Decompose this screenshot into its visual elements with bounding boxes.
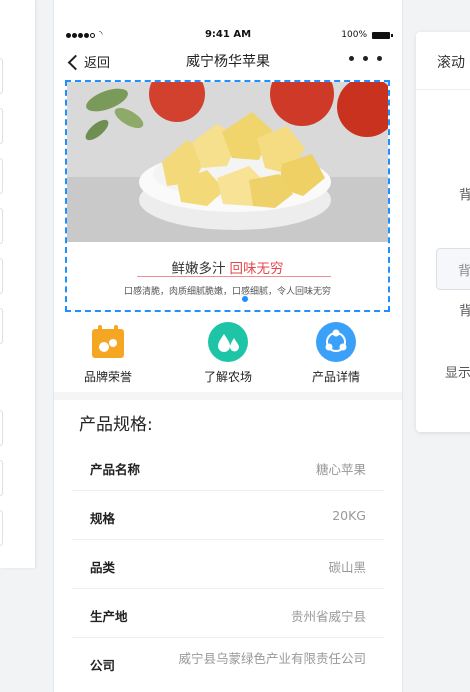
banner-carousel[interactable]: 鲜嫩多汁 回味无穷 口感清脆，肉质细腻脆嫩，口感细腻，令人回味无穷 (65, 80, 390, 312)
nav-bar: 返回 威宁杨华苹果 (54, 48, 402, 76)
spec-row: 公司 威宁县乌蒙绿色产业有限责任公司 (72, 638, 384, 692)
battery-icon (372, 32, 393, 39)
spec-value: 20KG (332, 508, 366, 523)
panel-input-text: 背 (458, 264, 470, 279)
right-settings-panel: 滚动 背 背 背 显示 (416, 32, 470, 432)
caption-highlight: 回味无穷 (229, 261, 284, 277)
section-divider (54, 392, 402, 400)
left-field-1[interactable] (0, 58, 3, 94)
page-title: 威宁杨华苹果 (186, 54, 270, 70)
spec-row: 产品名称 糖心苹果 (72, 442, 384, 491)
panel-title: 滚动 (437, 55, 465, 71)
spec-key: 生产地 (90, 609, 128, 624)
panel-label: 背 (459, 188, 470, 203)
apple-bowl-image (67, 82, 388, 242)
panel-label: 显示 (445, 366, 470, 381)
panel-input[interactable]: 背 (436, 248, 470, 290)
more-icon[interactable] (349, 56, 382, 61)
entry-label: 品牌荣誉 (83, 370, 132, 384)
spec-row: 生产地 贵州省威宁县 (72, 589, 384, 638)
banner-caption: 鲜嫩多汁 回味无穷 (67, 257, 388, 277)
spec-key: 公司 (90, 658, 116, 673)
left-field-6[interactable] (0, 308, 3, 344)
entry-brand-honor[interactable]: 品牌荣誉 (58, 322, 158, 385)
spec-key: 产品名称 (90, 462, 141, 477)
spec-value: 糖心苹果 (315, 462, 366, 477)
entry-label: 产品详情 (311, 370, 360, 384)
left-editor-panel (0, 0, 35, 568)
spec-key: 品类 (90, 560, 116, 575)
status-bar: ◝ 9:41 AM 100% (54, 28, 402, 46)
left-field-9[interactable] (0, 510, 3, 546)
left-field-7[interactable] (0, 410, 3, 446)
entry-product-detail[interactable]: 产品详情 (286, 322, 386, 385)
calendar-badge-icon (88, 322, 128, 362)
panel-header: 滚动 (416, 32, 470, 90)
battery-percent: 100% (341, 30, 367, 40)
left-field-5[interactable] (0, 258, 3, 294)
spec-value: 威宁县乌蒙绿色产业有限责任公司 (178, 651, 366, 666)
spec-row: 规格 20KG (72, 491, 384, 540)
panel-label: 背 (459, 304, 470, 319)
phone-preview: ◝ 9:41 AM 100% 返回 威宁杨华苹果 鲜嫩多汁 回味无穷 口感清脆，… (53, 0, 403, 692)
quick-entries: 品牌荣誉 了解农场 产品详情 (54, 318, 402, 390)
left-field-4[interactable] (0, 208, 3, 244)
carousel-indicator[interactable] (242, 296, 248, 302)
entry-label: 了解农场 (203, 370, 252, 384)
left-field-8[interactable] (0, 460, 3, 496)
spec-value: 贵州省威宁县 (290, 609, 366, 624)
left-field-2[interactable] (0, 108, 3, 144)
spec-row: 品类 碳山黑 (72, 540, 384, 589)
caption-main: 鲜嫩多汁 (171, 261, 226, 277)
left-field-3[interactable] (0, 158, 3, 194)
molecule-icon (316, 322, 356, 362)
banner-subtitle: 口感清脆，肉质细腻脆嫩，口感细腻，令人回味无穷 (123, 287, 331, 297)
spec-table: 产品名称 糖心苹果 规格 20KG 品类 碳山黑 生产地 贵州省威宁县 公司 威… (72, 442, 384, 692)
entry-learn-farm[interactable]: 了解农场 (178, 322, 278, 385)
caption-underline (137, 276, 331, 277)
spec-title: 产品规格: (79, 415, 153, 435)
water-drop-icon (208, 322, 248, 362)
spec-key: 规格 (90, 511, 116, 526)
spec-value: 碳山黑 (328, 560, 366, 575)
